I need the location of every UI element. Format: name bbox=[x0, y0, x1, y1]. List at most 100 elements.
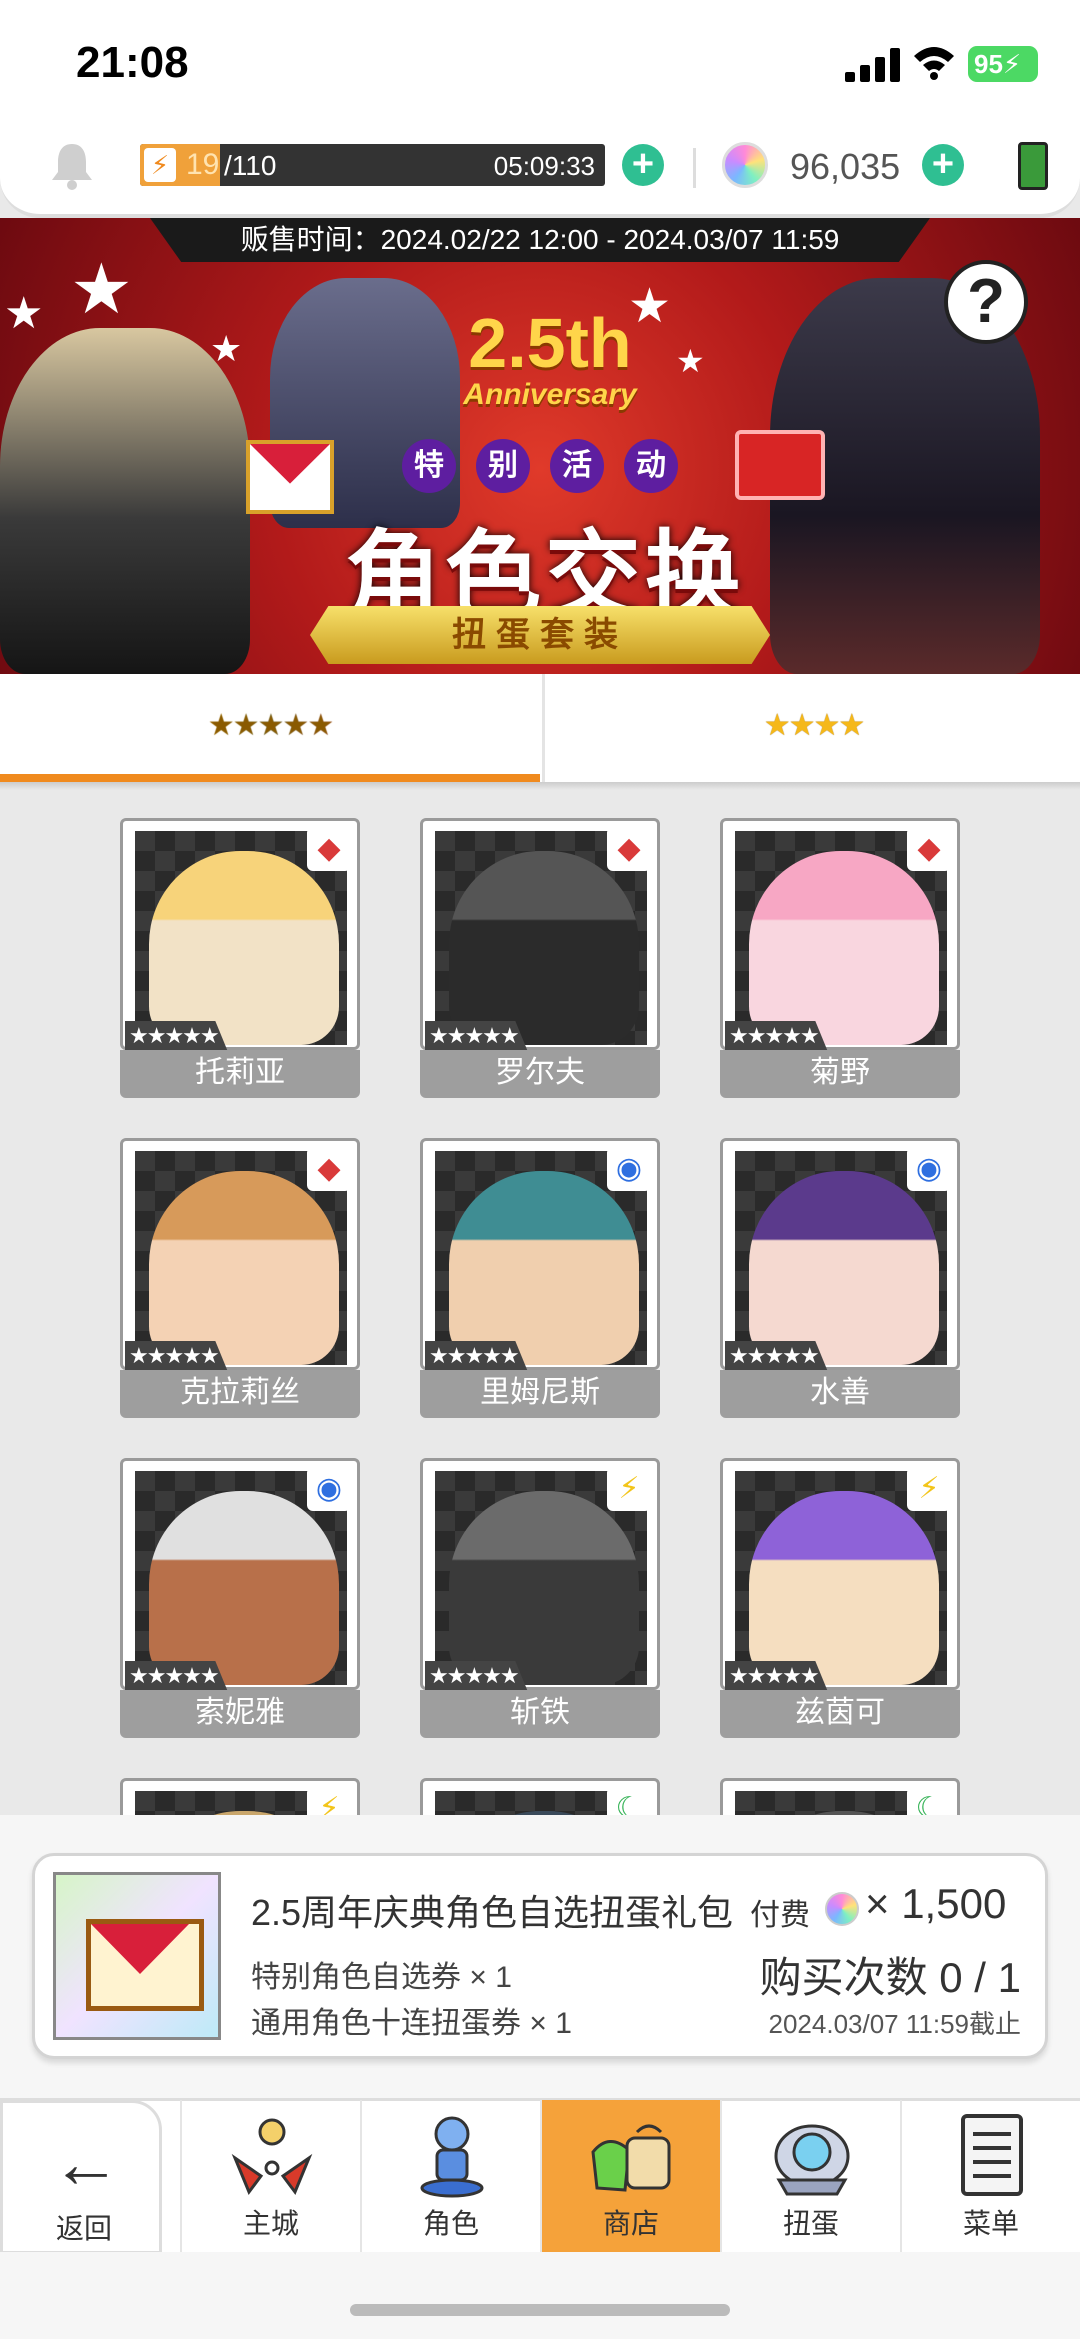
character-face bbox=[749, 1171, 939, 1365]
character-card[interactable]: ◉ ★★★★★ 里姆尼斯 bbox=[420, 1138, 660, 1418]
tag-char: 活 bbox=[550, 439, 604, 493]
event-banner[interactable]: ★ ★ ★ ★ ★ 贩售时间：2024.02/22 12:00 - 2024.0… bbox=[0, 218, 1080, 674]
tab-four-star-label: ★★★★ bbox=[763, 709, 866, 742]
stamina-timer: 05:09:33 bbox=[493, 151, 595, 181]
nav-item-shop[interactable]: 商店 bbox=[540, 2100, 720, 2252]
card-frame: ◉ ★★★★★ bbox=[120, 1458, 360, 1691]
character-face bbox=[149, 851, 339, 1045]
nav-item-home[interactable]: 主城 bbox=[180, 2100, 360, 2252]
rarity-stars: ★★★★★ bbox=[425, 1341, 528, 1371]
character-card[interactable]: ◉ ★★★★★ 索妮雅 bbox=[120, 1458, 360, 1738]
add-gems-button[interactable]: + bbox=[922, 144, 964, 186]
banner-character-left bbox=[0, 328, 250, 674]
nav-home-label: 主城 bbox=[242, 2208, 299, 2239]
nav-item-gacha[interactable]: 扭蛋 bbox=[720, 2100, 900, 2252]
character-face bbox=[449, 851, 639, 1045]
card-frame: ☾ bbox=[420, 1778, 660, 1815]
fire-element-icon: ◆ bbox=[307, 827, 351, 871]
home-indicator[interactable] bbox=[350, 2304, 730, 2316]
tab-four-star[interactable]: ★★★★ bbox=[542, 674, 1080, 782]
banner-ribbon: 扭蛋套装 bbox=[310, 606, 770, 664]
character-grid: ◆ ★★★★★ 托莉亚 ◆ ★★★★★ 罗尔夫 ◆ ★★★★★ 菊野 ◆ ★★★★★ 克拉莉丝 ◉ ★★★… bbox=[0, 790, 1080, 1815]
star-decoration-icon: ★ bbox=[676, 343, 705, 379]
character-card[interactable]: ☾ bbox=[420, 1778, 660, 1815]
offer-item-line: 特别角色自选券 × 1 bbox=[251, 1961, 512, 1994]
device-battery-icon[interactable] bbox=[1018, 142, 1048, 190]
stamina-bar: ⚡ 19 /110 05:09:33 bbox=[140, 144, 605, 186]
card-frame: ◆ ★★★★★ bbox=[120, 818, 360, 1051]
offer-deadline: 2024.03/07 11:59截止 bbox=[768, 2009, 1022, 2039]
rarity-stars: ★★★★★ bbox=[425, 1021, 528, 1051]
tab-five-star[interactable]: ★★★★★ bbox=[0, 674, 540, 782]
bell-icon[interactable] bbox=[50, 140, 94, 190]
fire-element-icon: ◆ bbox=[607, 827, 651, 871]
help-button[interactable]: ? bbox=[944, 260, 1028, 344]
character-name: 菊野 bbox=[720, 1050, 960, 1098]
resource-bar: ⚡ 19 /110 05:09:33 + 96,035 + bbox=[0, 120, 1080, 218]
fire-element-icon: ◆ bbox=[307, 1147, 351, 1191]
nav-bottom-area bbox=[0, 2252, 1080, 2339]
character-card[interactable]: ⚡ ★★★★★ 斩铁 bbox=[420, 1458, 660, 1738]
rarity-stars: ★★★★★ bbox=[125, 1341, 228, 1371]
character-name: 里姆尼斯 bbox=[420, 1370, 660, 1418]
character-card[interactable]: ◆ ★★★★★ 克拉莉丝 bbox=[120, 1138, 360, 1418]
card-frame: ◆ ★★★★★ bbox=[420, 818, 660, 1051]
character-name: 克拉莉丝 bbox=[120, 1370, 360, 1418]
card-frame: ◆ ★★★★★ bbox=[720, 818, 960, 1051]
rarity-tabs: ★★★★★ ★★★★ bbox=[0, 674, 1080, 782]
character-face bbox=[149, 1171, 339, 1365]
character-card[interactable]: ◉ ★★★★★ 水善 bbox=[720, 1138, 960, 1418]
card-frame: ⚡ ★★★★★ bbox=[420, 1458, 660, 1691]
tab-shadow bbox=[0, 782, 1080, 790]
star-decoration-icon: ★ bbox=[4, 289, 44, 338]
thunder-element-icon: ⚡ bbox=[307, 1787, 351, 1815]
card-frame: ◉ ★★★★★ bbox=[720, 1138, 960, 1371]
character-card[interactable]: ◆ ★★★★★ 托莉亚 bbox=[120, 818, 360, 1098]
wind-element-icon: ☾ bbox=[907, 1787, 951, 1815]
character-card[interactable]: ⚡ bbox=[120, 1778, 360, 1815]
character-card[interactable]: ◆ ★★★★★ 菊野 bbox=[720, 818, 960, 1098]
character-name: 斩铁 bbox=[420, 1690, 660, 1738]
card-frame: ◆ ★★★★★ bbox=[120, 1138, 360, 1371]
water-element-icon: ◉ bbox=[307, 1467, 351, 1511]
nav-item-menu[interactable]: 菜单 bbox=[900, 2100, 1080, 2252]
tag-char: 别 bbox=[476, 439, 530, 493]
add-stamina-button[interactable]: + bbox=[622, 144, 664, 186]
nav-shop-label: 商店 bbox=[602, 2208, 659, 2239]
card-frame: ☾ bbox=[720, 1778, 960, 1815]
nav-item-characters[interactable]: 角色 bbox=[360, 2100, 540, 2252]
status-bar: 21:08 95⚡ bbox=[0, 0, 1080, 120]
character-face bbox=[449, 1171, 639, 1365]
battery-level: 95 bbox=[974, 49, 1003, 79]
gacha-pack-icon bbox=[53, 1872, 221, 2040]
character-card[interactable]: ☾ bbox=[720, 1778, 960, 1815]
character-name: 索妮雅 bbox=[120, 1690, 360, 1738]
character-name: 罗尔夫 bbox=[420, 1050, 660, 1098]
rarity-stars: ★★★★★ bbox=[125, 1661, 228, 1691]
gem-icon bbox=[825, 1892, 859, 1926]
character-card[interactable]: ◆ ★★★★★ 罗尔夫 bbox=[420, 818, 660, 1098]
back-arrow-icon: ← bbox=[51, 2124, 121, 2202]
water-element-icon: ◉ bbox=[907, 1147, 951, 1191]
castle-icon bbox=[231, 2118, 313, 2196]
anniversary-word: Anniversary bbox=[463, 378, 637, 411]
banner-headline: 角色交换 bbox=[345, 523, 745, 630]
character-face bbox=[149, 1491, 339, 1685]
purchase-count: 购买次数 0 / 1 bbox=[759, 1954, 1021, 2001]
special-event-tag: 特别活动 bbox=[380, 436, 700, 496]
anniversary-logo: 2.5th Anniversary bbox=[440, 308, 660, 428]
nav-characters-label: 角色 bbox=[422, 2208, 479, 2239]
character-card[interactable]: ⚡ ★★★★★ 兹茵可 bbox=[720, 1458, 960, 1738]
rarity-stars: ★★★★★ bbox=[125, 1021, 228, 1051]
thunder-element-icon: ⚡ bbox=[607, 1467, 651, 1511]
tab-five-star-label: ★★★★★ bbox=[207, 709, 334, 742]
back-button[interactable]: ← 返回 bbox=[0, 2100, 162, 2254]
character-face bbox=[749, 851, 939, 1045]
clock: 21:08 bbox=[76, 38, 189, 87]
gem-count: 96,035 bbox=[790, 146, 901, 187]
star-decoration-icon: ★ bbox=[70, 250, 133, 328]
paid-label: 付费 bbox=[750, 1899, 810, 1932]
offer-card[interactable]: 2.5周年庆典角色自选扭蛋礼包 付费 × 1,500 特别角色自选券 × 1 通… bbox=[32, 1853, 1048, 2059]
rarity-stars: ★★★★★ bbox=[725, 1341, 828, 1371]
lightning-icon: ⚡ bbox=[144, 148, 176, 182]
